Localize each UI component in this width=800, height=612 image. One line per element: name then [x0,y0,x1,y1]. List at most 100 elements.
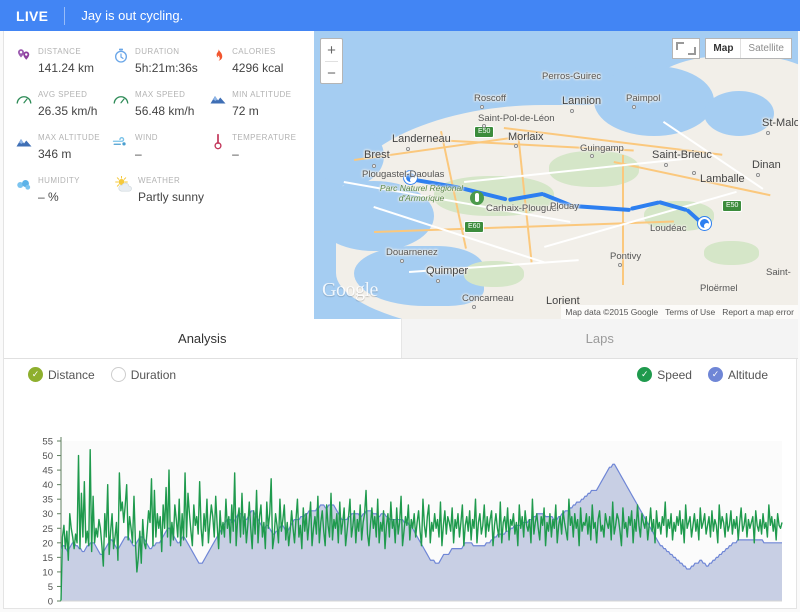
stat-humidity: HUMIDITY – % [12,170,112,204]
route-map[interactable]: E50 E60 E50 E60 Parc Naturel Régionald'A… [314,31,798,319]
city-dot [372,164,376,168]
stat-value: 346 m [38,147,72,161]
city-dot [570,109,574,113]
tab-laps[interactable]: Laps [400,319,798,358]
series-toggle-group: ✓ Speed ✓ Altitude [637,367,768,382]
svg-text:35: 35 [42,495,53,506]
stats-row: HUMIDITY – % WEATHER Partly sunny [12,170,307,213]
stat-avg-speed: AVG SPEED 26.35 km/h [12,84,109,118]
city-dot [756,173,760,177]
map-label: Brest [364,149,390,161]
park-label: Parc Naturel Régional d'Armorique [379,183,464,203]
city-dot [514,144,518,148]
toggle-label: Distance [48,367,95,382]
city-dot [692,171,696,175]
map-label: Saint-Brieuc [652,149,712,161]
city-dot [664,163,668,167]
check-icon: ✓ [707,367,723,382]
svg-text:5: 5 [48,582,53,593]
svg-text:40: 40 [42,480,53,491]
mountain-icon [206,84,230,110]
map-label: Morlaix [508,131,544,143]
check-icon: ✓ [637,367,653,382]
stat-value: 72 m [232,104,259,118]
mountain-icon [12,127,36,153]
stat-value: – % [38,190,59,204]
city-dot [618,263,622,267]
forest-area [549,151,639,187]
stat-label: MIN ALTITUDE [232,90,292,99]
fullscreen-icon[interactable] [672,38,701,59]
city-dot [436,279,440,283]
map-label: Dinan [752,159,781,171]
report-map-error-link[interactable]: Report a map error [722,307,794,317]
svg-text:30: 30 [42,509,53,520]
stat-value: – [135,147,142,161]
city-dot [482,124,486,128]
stat-value: Partly sunny [138,190,205,204]
zoom-out-button[interactable]: − [321,62,342,84]
map-label: Plouay [550,201,580,212]
map-attribution: Map data ©2015 Google Terms of Use Repor… [561,305,798,319]
stats-row: DISTANCE 141.24 km DURATION 5h:21m:36s C… [12,41,307,84]
map-label: Concarneau [462,293,514,304]
stats-row: AVG SPEED 26.35 km/h MAX SPEED 56.48 km/… [12,84,307,127]
map-label: Douarnenez [386,247,438,258]
svg-text:0: 0 [48,597,53,608]
activity-card: DISTANCE 141.24 km DURATION 5h:21m:36s C… [3,31,798,609]
svg-text:45: 45 [42,466,53,477]
analysis-chart[interactable]: km/h 051015202530354045505520 km40 km60 … [4,395,798,609]
zoom-in-button[interactable]: + [321,39,342,61]
stat-label: TEMPERATURE [232,133,297,142]
tab-bar[interactable]: Analysis Laps [4,319,798,359]
map-label: Lamballe [700,173,745,185]
toggle-altitude[interactable]: ✓ Altitude [707,367,768,382]
stat-text: WIND – [133,127,158,163]
stat-label: MAX SPEED [135,90,186,99]
stat-text: WEATHER Partly sunny [136,170,204,206]
map-label: Saint- [766,267,791,278]
tab-analysis[interactable]: Analysis [4,319,401,358]
chart-legend: ✓ Distance Duration ✓ Speed ✓ Altitude [4,359,798,395]
unchecked-circle-icon [110,367,126,382]
route-end-marker[interactable] [698,217,711,230]
thermometer-icon [206,127,230,153]
map-label: Roscoff [474,93,507,104]
stat-text: MIN ALTITUDE 72 m [230,84,291,120]
map-label: Loudéac [650,223,687,234]
city-dot [400,259,404,263]
humidity-icon [12,170,36,196]
toggle-distance[interactable]: ✓ Distance [28,367,95,382]
map-zoom-control[interactable]: + − [320,38,343,84]
svg-text:10: 10 [42,567,53,578]
map-type-buttons[interactable]: Map Satellite [705,38,792,59]
gauge-icon [12,84,36,110]
stat-wind: WIND – [109,127,206,161]
svg-text:25: 25 [42,524,53,535]
toggle-label: Altitude [727,367,768,382]
toggle-speed[interactable]: ✓ Speed [637,367,692,382]
stat-duration: DURATION 5h:21m:36s [109,41,206,75]
stat-value: 4296 kcal [232,61,284,75]
map-label: Paimpol [626,93,661,104]
stat-text: MAX ALTITUDE 346 m [36,127,100,163]
toggle-label: Speed [657,367,692,382]
stat-text: AVG SPEED 26.35 km/h [36,84,97,120]
flame-icon [206,41,230,67]
highway-shield: E60 [464,221,485,233]
city-dot [590,154,594,158]
map-label: St-Malo [762,117,798,129]
map-type-map-button[interactable]: Map [706,39,742,58]
city-dot [766,131,770,135]
map-type-satellite-button[interactable]: Satellite [741,39,791,58]
map-label: Saint-Pol-de-Léon [478,113,555,124]
road [622,155,624,285]
gauge-icon [109,84,133,110]
stat-value: 141.24 km [38,61,95,75]
terms-of-use-link[interactable]: Terms of Use [665,307,715,317]
map-type-control[interactable]: Map Satellite [672,38,792,59]
city-dot [472,305,476,309]
toggle-duration[interactable]: Duration [110,367,176,382]
map-label: Carhaix-Plouguer [486,203,560,214]
stat-temperature: TEMPERATURE – [206,127,307,161]
